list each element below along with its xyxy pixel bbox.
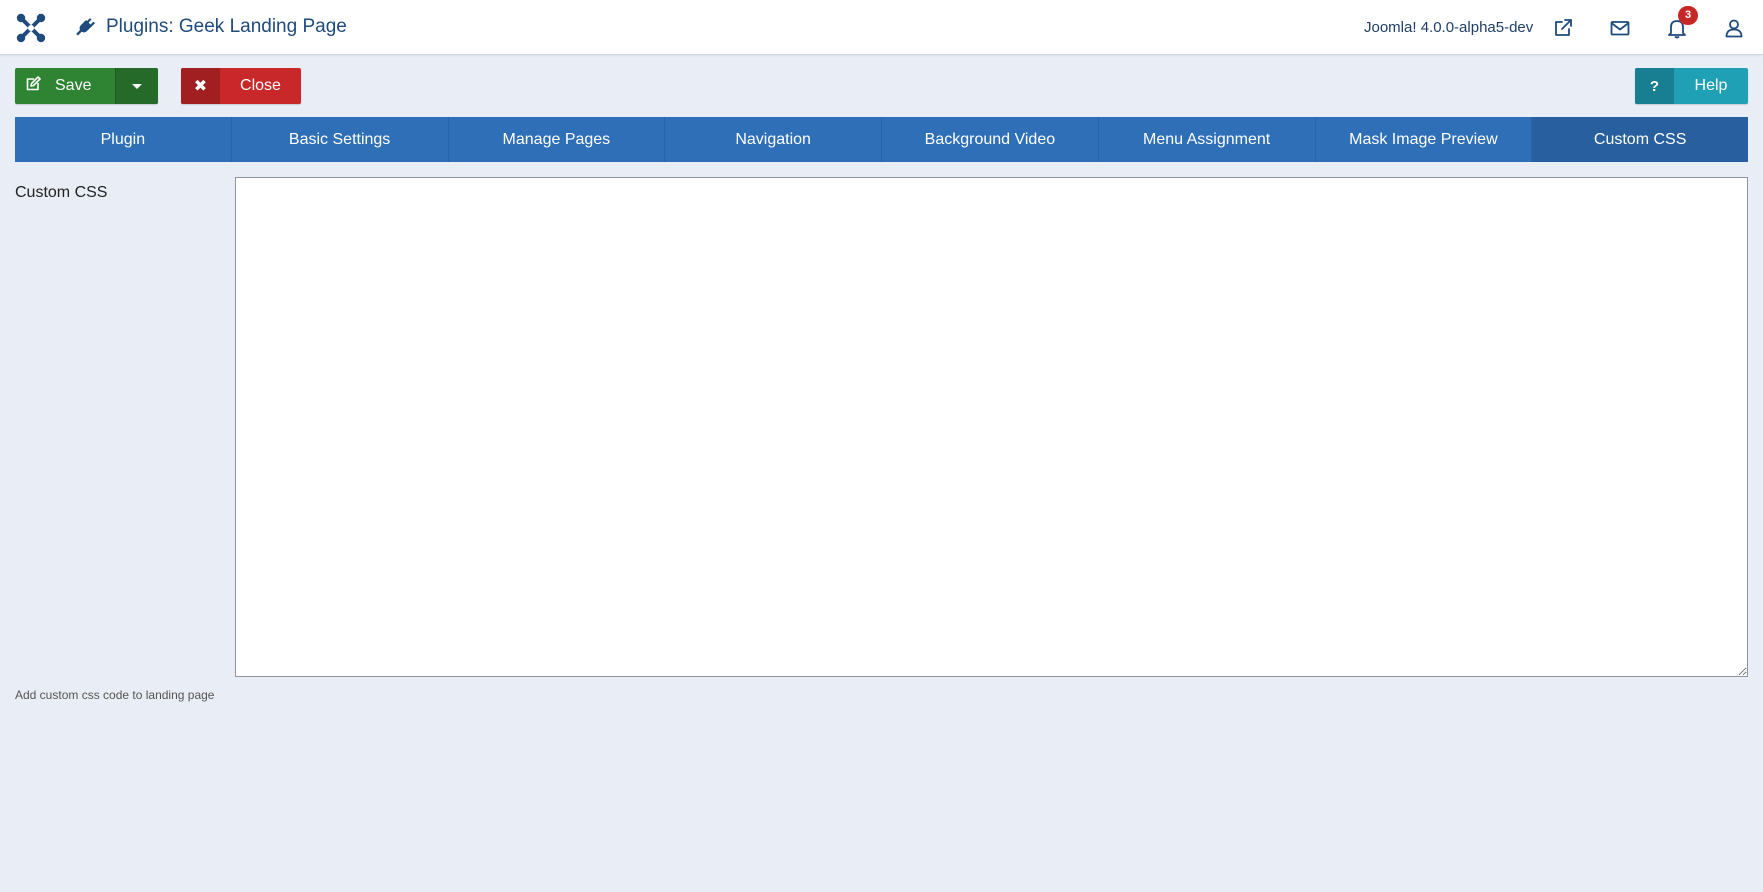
mail-icon[interactable] [1609, 17, 1631, 39]
tab-background-video[interactable]: Background Video [882, 117, 1099, 162]
save-label: Save [55, 77, 92, 94]
custom-css-textarea[interactable] [235, 177, 1748, 677]
joomla-logo-icon[interactable] [15, 12, 47, 44]
page-title: Plugins: Geek Landing Page [106, 16, 347, 37]
tab-basic-settings[interactable]: Basic Settings [232, 117, 449, 162]
user-icon[interactable] [1723, 17, 1745, 39]
top-header: Plugins: Geek Landing Page Joomla! 4.0.0… [0, 0, 1763, 55]
settings-tabs: Plugin Basic Settings Manage Pages Navig… [15, 117, 1748, 162]
custom-css-label: Custom CSS [15, 184, 108, 201]
version-label[interactable]: Joomla! 4.0.0-alpha5-dev [1364, 19, 1533, 36]
custom-css-description: Add custom css code to landing page [15, 688, 215, 702]
plugin-icon [74, 16, 96, 38]
edit-icon [25, 75, 41, 97]
notification-badge: 3 [1678, 6, 1698, 25]
tab-mask-image-preview[interactable]: Mask Image Preview [1316, 117, 1533, 162]
save-button-group: Save [15, 68, 158, 104]
close-icon: ✖ [181, 68, 220, 104]
tab-manage-pages[interactable]: Manage Pages [449, 117, 666, 162]
tab-menu-assignment[interactable]: Menu Assignment [1099, 117, 1316, 162]
save-button[interactable]: Save [15, 68, 115, 104]
external-link-icon[interactable] [1552, 17, 1574, 39]
close-label: Close [240, 77, 281, 94]
save-dropdown-toggle[interactable] [115, 68, 158, 104]
caret-down-icon [132, 77, 142, 95]
tab-plugin[interactable]: Plugin [15, 117, 232, 162]
help-button[interactable]: ? Help [1635, 68, 1748, 104]
tab-custom-css[interactable]: Custom CSS [1532, 117, 1748, 162]
tab-navigation[interactable]: Navigation [665, 117, 882, 162]
close-button[interactable]: ✖ Close [181, 68, 301, 104]
help-label: Help [1694, 77, 1728, 94]
question-icon: ? [1635, 68, 1674, 104]
